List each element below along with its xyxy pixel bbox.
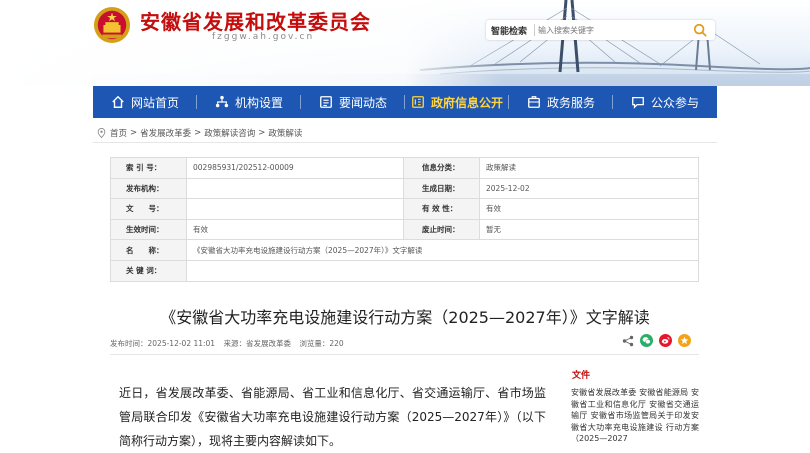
effective-time-label: 生效时间：	[110, 218, 187, 241]
view-count: 浏览量：220	[299, 339, 344, 348]
home-icon	[112, 95, 124, 108]
breadcrumb-policy-interpret[interactable]: 政策解读	[268, 127, 302, 139]
breadcrumb-separator: >	[258, 128, 266, 138]
nav-item-label: 网站首页	[130, 95, 179, 110]
nav-item-home[interactable]: 网站首页	[93, 86, 197, 118]
table-row: 发布机构： 生成日期： 2025-12-02	[110, 177, 699, 200]
related-files-panel: 文件 安徽省发展改革委 安徽省能源局 安徽省工业和信息化厅 安徽省交通运输厅 安…	[571, 368, 699, 445]
nav-item-organization[interactable]: 机构设置	[197, 86, 301, 118]
breadcrumb-policy-consult[interactable]: 政策解读咨询	[204, 127, 255, 139]
nav-item-news[interactable]: 要闻动态	[301, 86, 405, 118]
breadcrumb: 首页 > 省发展改革委 > 政策解读咨询 > 政策解读	[97, 127, 302, 139]
doc-no-value	[186, 198, 404, 220]
search-divider	[534, 24, 535, 36]
search-label: 智能检索	[491, 27, 528, 37]
document-info-table: 索 引 号： 002985931/202512-00009 信息分类： 政策解读…	[110, 157, 699, 282]
doc-name-label: 名 称：	[110, 239, 187, 261]
table-row: 索 引 号： 002985931/202512-00009 信息分类： 政策解读	[110, 157, 699, 179]
search-input[interactable]	[538, 22, 683, 38]
breadcrumb-commission[interactable]: 省发展改革委	[140, 127, 191, 139]
validity-label: 有 效 性：	[403, 198, 480, 220]
expire-time-value: 暂无	[479, 218, 699, 241]
publisher-value	[186, 177, 404, 200]
related-files-title: 文件	[572, 371, 591, 381]
breadcrumb-divider	[93, 142, 717, 143]
doc-name-value: 《安徽省大功率充电设施建设行动方案（2025—2027年）》文字解读	[186, 239, 699, 261]
search-icon[interactable]	[693, 23, 707, 37]
article-title: 《安徽省大功率充电设施建设行动方案（2025—2027年）》文字解读	[160, 308, 650, 327]
publisher-label: 发布机构：	[110, 177, 187, 200]
nav-item-label: 政务服务	[546, 95, 595, 110]
public-icon	[632, 96, 644, 109]
table-row: 关 键 词：	[110, 259, 699, 282]
weibo-icon	[661, 336, 670, 344]
service-icon	[528, 96, 540, 108]
breadcrumb-home[interactable]: 首页	[110, 127, 127, 139]
qzone-share-icon[interactable]	[678, 334, 691, 347]
gov-info-icon	[412, 96, 424, 108]
related-file-link[interactable]: 安徽省发展改革委 安徽省能源局 安徽省工业和信息化厅 安徽省交通运输厅 安徽省市…	[571, 387, 699, 445]
site-domain: fzggw.ah.gov.cn	[212, 32, 315, 42]
keywords-value	[186, 259, 699, 282]
nav-item-gov-info[interactable]: 政府信息公开	[405, 86, 509, 118]
nav-item-label: 公众参与	[650, 95, 699, 110]
org-icon	[215, 95, 229, 108]
effective-time-value: 有效	[186, 218, 404, 241]
wechat-share-icon[interactable]	[640, 334, 653, 347]
article-meta-bar: 发布时间：2025-12-02 11:01 来源：省发展改革委 浏览量：220	[110, 332, 699, 355]
article-body-paragraph: 近日，省发展改革委、省能源局、省工业和信息化厅、省交通运输厅、省市场监管局联合印…	[119, 386, 546, 448]
share-bar	[622, 334, 691, 347]
table-row: 文 号： 有 效 性： 有效	[110, 198, 699, 220]
national-emblem-icon	[93, 6, 131, 44]
weibo-share-icon[interactable]	[659, 334, 672, 347]
validity-value: 有效	[479, 198, 699, 220]
breadcrumb-separator: >	[194, 128, 202, 138]
nav-item-label: 机构设置	[234, 95, 283, 110]
table-row: 名 称： 《安徽省大功率充电设施建设行动方案（2025—2027年）》文字解读	[110, 239, 699, 261]
article-source: 来源：省发展改革委	[223, 339, 291, 348]
nav-item-service[interactable]: 政务服务	[509, 86, 613, 118]
site-title: 安徽省发展和改革委员会	[140, 10, 371, 34]
category-label: 信息分类：	[403, 157, 480, 179]
keywords-label: 关 键 词：	[110, 259, 187, 282]
star-icon	[680, 336, 689, 345]
category-value: 政策解读	[479, 157, 699, 179]
main-nav: 网站首页 机构设置 要闻动态 政府信息公开 政务服务 公众参与	[93, 86, 717, 118]
news-icon	[320, 96, 332, 108]
nav-item-public[interactable]: 公众参与	[613, 86, 717, 118]
publish-time: 发布时间：2025-12-02 11:01	[110, 339, 216, 348]
created-date-value: 2025-12-02	[479, 177, 699, 200]
search-box: 智能检索	[486, 20, 715, 40]
site-header: 安徽省发展和改革委员会 fzggw.ah.gov.cn 智能检索	[0, 0, 810, 86]
index-no-label: 索 引 号：	[110, 157, 187, 179]
expire-time-label: 废止时间：	[403, 218, 480, 241]
created-date-label: 生成日期：	[403, 177, 480, 200]
share-icon[interactable]	[622, 335, 634, 347]
nav-item-label: 要闻动态	[338, 95, 387, 110]
wechat-icon	[642, 337, 651, 344]
article-meta: 发布时间：2025-12-02 11:01 来源：省发展改革委 浏览量：220	[110, 338, 350, 349]
index-no-value: 002985931/202512-00009	[186, 157, 404, 179]
table-row: 生效时间： 有效 废止时间： 暂无	[110, 218, 699, 241]
doc-no-label: 文 号：	[110, 198, 187, 220]
breadcrumb-separator: >	[130, 128, 138, 138]
location-pin-icon	[97, 128, 106, 138]
nav-item-label: 政府信息公开	[430, 95, 503, 110]
